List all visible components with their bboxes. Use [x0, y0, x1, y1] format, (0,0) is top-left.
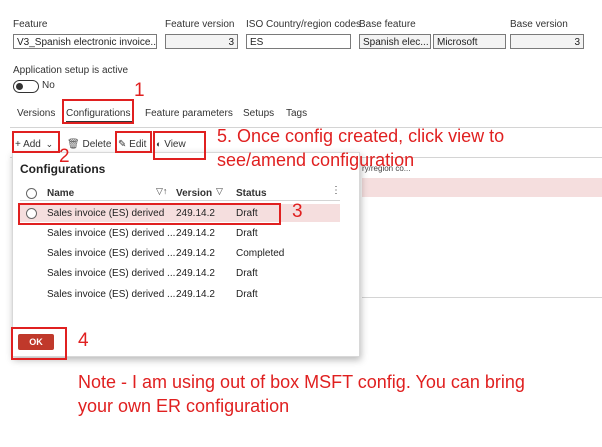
app-setup-label: Application setup is active	[13, 65, 129, 76]
app-setup-toggle[interactable]	[13, 80, 39, 93]
more-options-icon[interactable]: ⋮	[331, 185, 341, 196]
column-version[interactable]: Version	[176, 188, 212, 199]
row-status: Draft	[236, 268, 258, 279]
base-version-field[interactable]: 3	[510, 34, 584, 49]
filter-sort-icon: ▽↑	[156, 186, 168, 196]
annotation-step-5: 5. Once config created, click view to se…	[217, 126, 505, 170]
tab-tags[interactable]: Tags	[286, 108, 307, 119]
annotation-number-3: 3	[292, 201, 303, 222]
bg-selected-row	[362, 178, 602, 197]
row-version: 249.14.2	[176, 228, 215, 239]
annotation-box-edit	[115, 131, 152, 153]
row-name[interactable]: Sales invoice (ES) derived ...	[47, 228, 175, 239]
annotation-note: Note - I am using out of box MSFT config…	[78, 372, 525, 416]
annotation-number-1: 1	[134, 80, 145, 101]
annotation-box-view	[153, 131, 206, 160]
delete-button[interactable]: 🗑 Delete	[67, 139, 111, 150]
feature-field[interactable]: V3_Spanish electronic invoice...	[13, 34, 157, 49]
annotation-box-configurations-tab	[62, 99, 134, 124]
base-feature-publisher-field[interactable]: Microsoft	[433, 34, 506, 49]
feature-label: Feature	[13, 19, 48, 30]
tab-versions[interactable]: Versions	[17, 108, 55, 119]
bg-grid-bottom	[362, 297, 602, 298]
column-status[interactable]: Status	[236, 188, 267, 199]
feature-version-field[interactable]: 3	[165, 34, 238, 49]
row-status: Draft	[236, 289, 258, 300]
base-feature-label: Base feature	[359, 19, 416, 30]
annotation-box-row	[18, 203, 281, 225]
row-name[interactable]: Sales invoice (ES) derived ...	[47, 268, 175, 279]
annotation-number-2: 2	[59, 146, 70, 167]
row-status: Completed	[236, 248, 285, 259]
column-name[interactable]: Name	[47, 188, 74, 199]
iso-field[interactable]: ES	[246, 34, 351, 49]
row-name[interactable]: Sales invoice (ES) derived ...	[47, 289, 175, 300]
annotation-box-add	[12, 131, 60, 153]
base-feature-field[interactable]: Spanish elec...	[359, 34, 431, 49]
tab-feature-parameters[interactable]: Feature parameters	[145, 108, 233, 119]
delete-label: Delete	[82, 139, 112, 150]
base-version-label: Base version	[510, 19, 568, 30]
tab-setups[interactable]: Setups	[243, 108, 274, 119]
feature-version-label: Feature version	[165, 19, 235, 30]
row-version: 249.14.2	[176, 268, 215, 279]
annotation-box-ok	[11, 327, 67, 360]
annotation-number-4: 4	[78, 330, 89, 351]
row-version: 249.14.2	[176, 248, 215, 259]
iso-label: ISO Country/region codes	[246, 19, 362, 30]
app-setup-toggle-text: No	[42, 80, 55, 91]
row-status: Draft	[236, 228, 258, 239]
row-version: 249.14.2	[176, 289, 215, 300]
filter-icon: ▽	[216, 186, 223, 196]
header-radio-icon	[26, 188, 37, 199]
row-name[interactable]: Sales invoice (ES) derived ...	[47, 248, 175, 259]
